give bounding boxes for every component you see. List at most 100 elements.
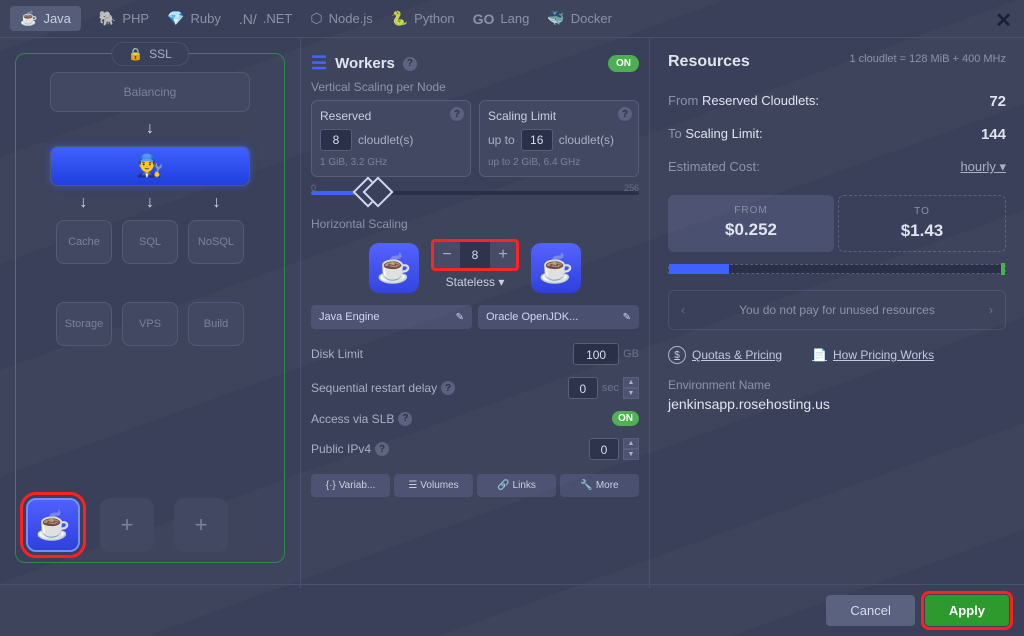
tab-python[interactable]: 🐍Python bbox=[391, 10, 455, 27]
disk-icon: ☰ bbox=[408, 480, 417, 491]
limit-input[interactable] bbox=[521, 129, 553, 151]
spin-up[interactable]: ▲ bbox=[623, 438, 639, 449]
balancing-node[interactable]: Balancing bbox=[50, 72, 250, 112]
restart-delay-row: Sequential restart delay ? 0 sec ▲▼ bbox=[311, 371, 639, 405]
cost-from-card: FROM $0.252 bbox=[668, 195, 834, 252]
arrow-down-icon: ↓ bbox=[146, 194, 154, 212]
arrow-down-icon: ↓ bbox=[146, 120, 154, 138]
scaling-limit-card: Scaling Limit ? up to cloudlet(s) up to … bbox=[479, 100, 639, 177]
go-icon: GO bbox=[473, 11, 495, 27]
quotas-pricing-link[interactable]: $Quotas & Pricing bbox=[668, 346, 782, 364]
dollar-icon: $ bbox=[668, 346, 686, 364]
environment-name-label: Environment Name bbox=[668, 378, 1006, 392]
tab-php[interactable]: 🐘PHP bbox=[99, 10, 149, 27]
pencil-icon: ✎ bbox=[456, 312, 464, 323]
spin-down[interactable]: ▼ bbox=[623, 449, 639, 460]
vps-node[interactable]: VPS bbox=[122, 302, 178, 346]
volumes-button[interactable]: ☰Volumes bbox=[394, 474, 473, 497]
storage-node[interactable]: Storage bbox=[56, 302, 112, 346]
chevron-right-icon[interactable]: › bbox=[989, 303, 993, 317]
arrow-down-icon: ↓ bbox=[213, 194, 221, 212]
tab-nodejs[interactable]: ⬡Node.js bbox=[310, 10, 372, 27]
help-icon[interactable]: ? bbox=[450, 107, 464, 121]
reserved-card: Reserved ? cloudlet(s) 1 GiB, 3.2 GHz bbox=[311, 100, 471, 177]
doc-icon: 📄 bbox=[812, 348, 827, 362]
help-icon[interactable]: ? bbox=[398, 412, 412, 426]
java-engine-tile[interactable]: ☕ bbox=[26, 498, 80, 552]
workers-header: ☰ Workers ? ON bbox=[311, 53, 639, 74]
disk-limit-input[interactable]: 100 bbox=[573, 343, 619, 365]
slb-toggle[interactable]: ON bbox=[612, 411, 639, 426]
hscale-engine-left[interactable]: ☕ bbox=[369, 243, 419, 293]
restart-delay-input[interactable]: 0 bbox=[568, 377, 598, 399]
menu-icon[interactable]: ☰ bbox=[311, 53, 327, 74]
help-icon[interactable]: ? bbox=[441, 381, 455, 395]
reserved-cloudlets-value: 72 bbox=[989, 93, 1006, 110]
variables-button[interactable]: {·}Variab... bbox=[311, 474, 390, 497]
horizontal-scaling-label: Horizontal Scaling bbox=[311, 217, 639, 231]
app-server-node[interactable]: 👨‍🔧 bbox=[50, 146, 250, 186]
cloudlet-slider[interactable]: 0256 bbox=[311, 183, 639, 203]
ssl-topology-box: 🔒 SSL Balancing ↓ 👨‍🔧 ↓ ↓ ↓ Cache SQL No… bbox=[15, 53, 285, 563]
nodejs-icon: ⬡ bbox=[310, 10, 322, 27]
reserved-input[interactable] bbox=[320, 129, 352, 151]
php-icon: 🐘 bbox=[99, 10, 116, 27]
dotnet-icon: .N/ bbox=[239, 11, 257, 27]
sql-node[interactable]: SQL bbox=[122, 220, 178, 264]
workers-toggle[interactable]: ON bbox=[608, 55, 639, 72]
decrement-button[interactable]: − bbox=[434, 242, 460, 268]
pencil-icon: ✎ bbox=[623, 312, 631, 323]
hscale-stepper: − 8 + bbox=[431, 239, 519, 271]
help-icon[interactable]: ? bbox=[403, 57, 417, 71]
cost-period-dropdown[interactable]: hourly ▾ bbox=[960, 159, 1006, 175]
braces-icon: {·} bbox=[326, 480, 336, 491]
spin-down[interactable]: ▼ bbox=[623, 388, 639, 399]
cache-node[interactable]: Cache bbox=[56, 220, 112, 264]
help-icon[interactable]: ? bbox=[618, 107, 632, 121]
help-icon[interactable]: ? bbox=[375, 442, 389, 456]
tab-ruby[interactable]: 💎Ruby bbox=[167, 10, 221, 27]
wrench-icon: 🔧 bbox=[580, 480, 592, 491]
hscale-value[interactable]: 8 bbox=[460, 242, 490, 268]
tab-go[interactable]: GOLang bbox=[473, 11, 530, 27]
cancel-button[interactable]: Cancel bbox=[826, 595, 914, 626]
arrow-down-icon: ↓ bbox=[79, 194, 87, 212]
language-tabs: ☕Java 🐘PHP 💎Ruby .N/.NET ⬡Node.js 🐍Pytho… bbox=[0, 0, 1024, 38]
nosql-node[interactable]: NoSQL bbox=[188, 220, 244, 264]
ssl-label[interactable]: 🔒 SSL bbox=[111, 42, 189, 66]
tab-docker[interactable]: 🐳Docker bbox=[547, 10, 612, 27]
more-button[interactable]: 🔧More bbox=[560, 474, 639, 497]
add-engine-tile[interactable]: + bbox=[174, 498, 228, 552]
scaling-limit-value: 144 bbox=[981, 126, 1006, 143]
ruby-icon: 💎 bbox=[167, 10, 184, 27]
chevron-left-icon[interactable]: ‹ bbox=[681, 303, 685, 317]
tab-java[interactable]: ☕Java bbox=[10, 6, 81, 31]
java-cup-icon: ☕ bbox=[377, 252, 412, 285]
spin-up[interactable]: ▲ bbox=[623, 377, 639, 388]
disk-limit-row: Disk Limit 100 GB bbox=[311, 337, 639, 371]
slb-row: Access via SLB ? ON bbox=[311, 405, 639, 432]
how-pricing-works-link[interactable]: 📄How Pricing Works bbox=[812, 348, 934, 362]
environment-name-value: jenkinsapp.rosehosting.us bbox=[668, 396, 1006, 412]
ipv4-row: Public IPv4 ? 0 ▲▼ bbox=[311, 432, 639, 466]
stateless-dropdown[interactable]: Stateless ▾ bbox=[431, 275, 519, 289]
java-cup-icon: ☕ bbox=[539, 252, 574, 285]
apply-button[interactable]: Apply bbox=[925, 595, 1009, 626]
tab-dotnet[interactable]: .N/.NET bbox=[239, 11, 293, 27]
java-engine-select[interactable]: Java Engine✎ bbox=[311, 305, 472, 329]
build-node[interactable]: Build bbox=[188, 302, 244, 346]
close-icon[interactable]: ✕ bbox=[995, 8, 1012, 33]
docker-icon: 🐳 bbox=[547, 10, 564, 27]
vertical-scaling-label: Vertical Scaling per Node bbox=[311, 80, 639, 94]
link-icon: 🔗 bbox=[497, 480, 509, 491]
increment-button[interactable]: + bbox=[490, 242, 516, 268]
java-cup-icon: ☕ bbox=[36, 509, 71, 542]
jdk-select[interactable]: Oracle OpenJDK...✎ bbox=[478, 305, 639, 329]
cost-bar bbox=[668, 264, 1006, 274]
hscale-engine-right[interactable]: ☕ bbox=[531, 243, 581, 293]
links-button[interactable]: 🔗Links bbox=[477, 474, 556, 497]
add-engine-tile[interactable]: + bbox=[100, 498, 154, 552]
slider-handle[interactable] bbox=[357, 181, 393, 205]
python-icon: 🐍 bbox=[391, 10, 408, 27]
ipv4-input[interactable]: 0 bbox=[589, 438, 619, 460]
